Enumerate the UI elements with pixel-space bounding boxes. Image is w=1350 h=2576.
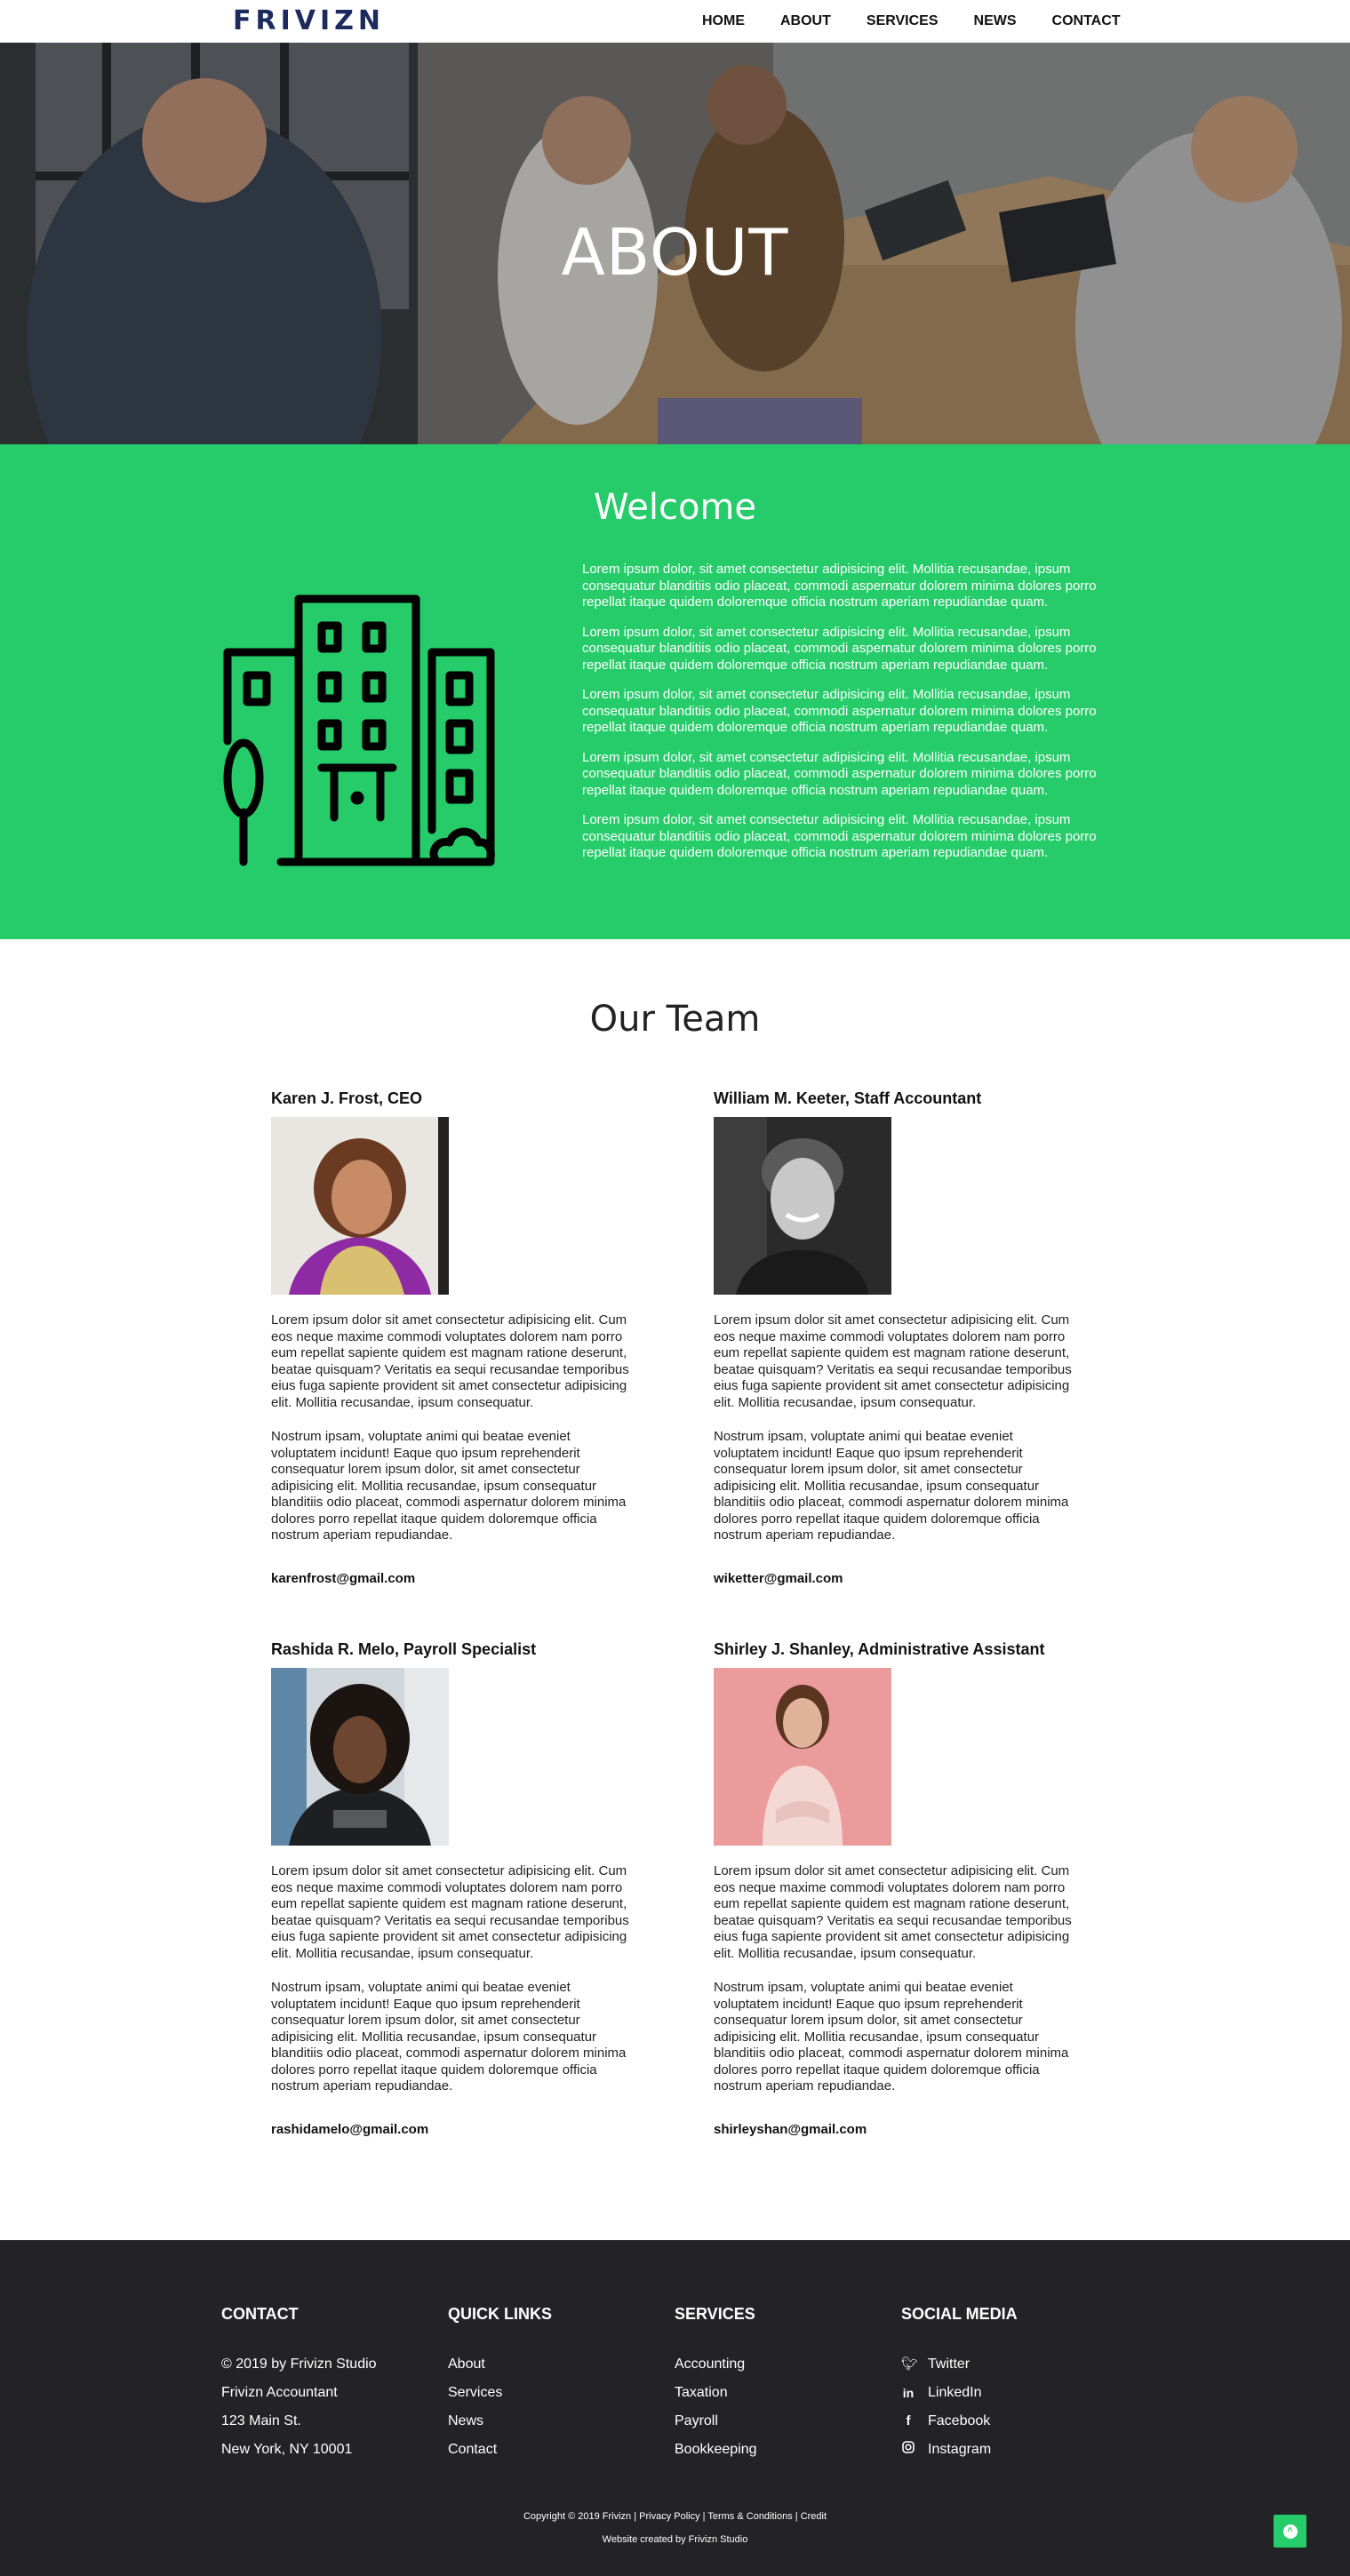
footer-heading: SOCIAL MEDIA [901, 2305, 1018, 2323]
member-bio: Nostrum ipsam, voluptate animi qui beata… [714, 1429, 1069, 1543]
social-link-linkedin[interactable]: in LinkedIn [901, 2379, 1114, 2407]
nav-about[interactable]: ABOUT [780, 12, 831, 30]
footer-services: SERVICES Accounting Taxation Payroll Boo… [675, 2304, 888, 2464]
member-photo [714, 1117, 891, 1295]
nav-news[interactable]: NEWS [974, 12, 1017, 30]
footer-link-bookkeeping[interactable]: Bookkeeping [675, 2436, 888, 2464]
welcome-paragraph: Lorem ipsum dolor, sit amet consectetur … [582, 812, 1097, 860]
welcome-paragraph: Lorem ipsum dolor, sit amet consectetur … [582, 562, 1097, 610]
member-bio: Nostrum ipsam, voluptate animi qui beata… [714, 1980, 1069, 2093]
welcome-paragraph: Lorem ipsum dolor, sit amet consectetur … [582, 624, 1097, 673]
hero-banner: ABOUT [0, 43, 1350, 444]
footer-text: Frivizn Accountant [221, 2385, 338, 2400]
footer-text: New York, NY 10001 [221, 2442, 353, 2457]
building-icon [223, 594, 495, 866]
copyright-text[interactable]: Copyright © 2019 Frivizn | Privacy Polic… [0, 2510, 1350, 2523]
instagram-icon [901, 2436, 915, 2464]
footer-link-news[interactable]: News [448, 2407, 661, 2436]
social-label: LinkedIn [928, 2385, 982, 2400]
team-member: William M. Keeter, Staff Accountant Lore… [714, 1089, 1078, 1587]
footer-contact: CONTACT © 2019 by Frivizn Studio Frivizn… [221, 2304, 435, 2464]
member-email[interactable]: rashidamelo@gmail.com [271, 2122, 635, 2138]
welcome-paragraph: Lorem ipsum dolor, sit amet consectetur … [582, 687, 1097, 735]
member-bio: Lorem ipsum dolor sit amet consectetur a… [714, 1312, 1072, 1410]
site-header: FRIVIZN HOME ABOUT SERVICES NEWS CONTACT [0, 0, 1350, 43]
logo[interactable]: FRIVIZN [233, 5, 385, 37]
site-footer: CONTACT © 2019 by Frivizn Studio Frivizn… [0, 2240, 1350, 2576]
nav-home[interactable]: HOME [702, 12, 745, 30]
twitter-icon: 🐦︎ [901, 2357, 919, 2372]
footer-text: 123 Main St. [221, 2413, 301, 2428]
member-email[interactable]: shirleyshan@gmail.com [714, 2122, 1078, 2138]
credit-text: Website created by Frivizn Studio [602, 2534, 748, 2545]
footer-text: © 2019 by Frivizn Studio [221, 2357, 377, 2372]
facebook-icon: f [906, 2413, 911, 2428]
main-nav: HOME ABOUT SERVICES NEWS CONTACT [702, 12, 1121, 30]
footer-link-contact[interactable]: Contact [448, 2436, 661, 2464]
welcome-text: Lorem ipsum dolor, sit amet consectetur … [582, 562, 1135, 875]
footer-heading: SERVICES [675, 2305, 755, 2323]
welcome-title: Welcome [594, 487, 756, 528]
social-link-twitter[interactable]: 🐦︎ Twitter [901, 2350, 1114, 2379]
member-name: William M. Keeter, Staff Accountant [714, 1089, 982, 1107]
welcome-paragraph: Lorem ipsum dolor, sit amet consectetur … [582, 749, 1097, 798]
footer-link-payroll[interactable]: Payroll [675, 2407, 888, 2436]
member-name: Shirley J. Shanley, Administrative Assis… [714, 1640, 1045, 1658]
linkedin-icon: in [902, 2386, 915, 2400]
footer-heading: QUICK LINKS [448, 2305, 552, 2323]
footer-link-about[interactable]: About [448, 2350, 661, 2379]
footer-link-services[interactable]: Services [448, 2379, 661, 2407]
back-to-top-button[interactable]: ^ [1274, 2515, 1306, 2548]
social-label: Facebook [928, 2413, 991, 2428]
social-link-instagram[interactable]: Instagram [901, 2436, 1114, 2464]
team-title: Our Team [589, 999, 761, 1040]
member-photo [271, 1117, 449, 1295]
member-bio: Lorem ipsum dolor sit amet consectetur a… [271, 1312, 629, 1410]
member-bio: Lorem ipsum dolor sit amet consectetur a… [271, 1863, 629, 1961]
team-member: Shirley J. Shanley, Administrative Assis… [714, 1639, 1078, 2138]
member-photo [271, 1668, 449, 1846]
social-label: Instagram [928, 2442, 992, 2457]
member-email[interactable]: wiketter@gmail.com [714, 1571, 1078, 1587]
arrow-up-icon: ^ [1282, 2524, 1298, 2539]
member-bio: Lorem ipsum dolor sit amet consectetur a… [714, 1863, 1072, 1961]
page-title: ABOUT [561, 215, 789, 290]
member-name: Rashida R. Melo, Payroll Specialist [271, 1640, 537, 1658]
member-bio: Nostrum ipsam, voluptate animi qui beata… [271, 1980, 627, 2093]
footer-heading: CONTACT [221, 2305, 299, 2323]
member-email[interactable]: karenfrost@gmail.com [271, 1571, 635, 1587]
footer-link-accounting[interactable]: Accounting [675, 2350, 888, 2379]
welcome-section: Welcome Lorem ipsum dolor, sit amet cons… [0, 444, 1350, 939]
member-bio: Nostrum ipsam, voluptate animi qui beata… [271, 1429, 627, 1543]
nav-contact[interactable]: CONTACT [1052, 12, 1121, 30]
member-photo [714, 1668, 891, 1846]
team-member: Rashida R. Melo, Payroll Specialist Lore… [271, 1639, 635, 2138]
member-name: Karen J. Frost, CEO [271, 1089, 423, 1107]
social-label: Twitter [928, 2357, 971, 2372]
team-member: Karen J. Frost, CEO Lorem ipsum dolor si… [271, 1089, 635, 1587]
footer-social: SOCIAL MEDIA 🐦︎ Twitter in LinkedIn f Fa… [901, 2304, 1114, 2464]
footer-quick-links: QUICK LINKS About Services News Contact [448, 2304, 661, 2464]
nav-services[interactable]: SERVICES [867, 12, 939, 30]
footer-link-taxation[interactable]: Taxation [675, 2379, 888, 2407]
social-link-facebook[interactable]: f Facebook [901, 2407, 1114, 2436]
